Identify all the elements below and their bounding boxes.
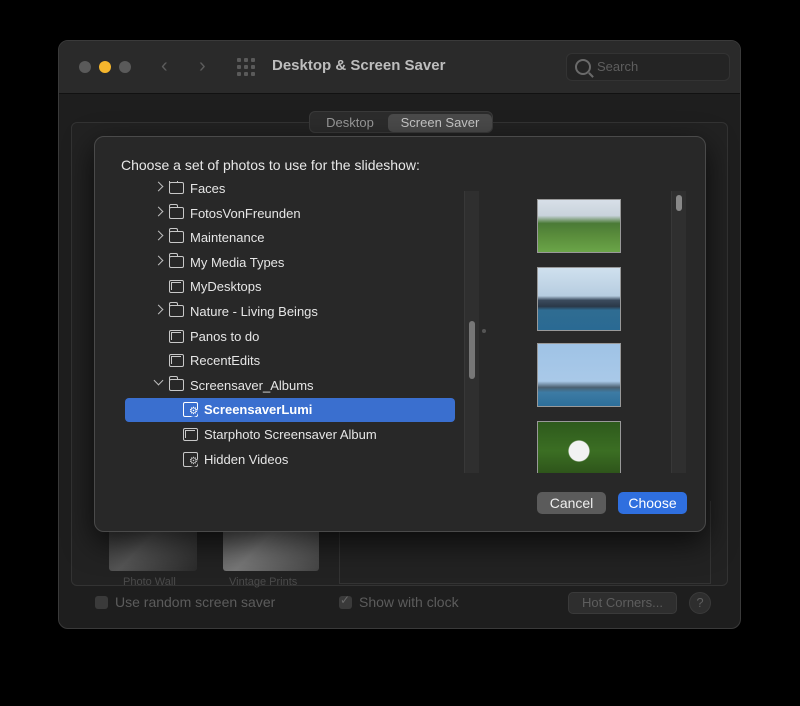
checkbox-icon (95, 596, 108, 609)
folder-icon (168, 252, 184, 268)
album-tree: Faces FotosVonFreunden Maintenance My Media… (125, 181, 455, 473)
show-with-clock-checkbox[interactable]: Show with clock (339, 593, 459, 610)
tree-row-label: RecentEdits (190, 353, 261, 369)
folder-icon (168, 228, 184, 244)
smart-album-icon (183, 402, 198, 418)
window-title: Desktop & Screen Saver (272, 57, 446, 74)
tree-row[interactable]: Faces (125, 181, 455, 201)
chevron-right-icon[interactable] (153, 206, 164, 217)
photo-wall-thumbnail[interactable] (109, 526, 197, 571)
album-icon (169, 329, 184, 343)
forward-icon[interactable]: › (199, 55, 206, 78)
folder-icon (168, 203, 184, 219)
tree-row-label: FotosVonFreunden (190, 205, 301, 221)
tree-row-label: ScreensaverLumi (204, 402, 313, 418)
tree-row[interactable]: RecentEdits (125, 349, 455, 373)
vintage-prints-thumbnail[interactable] (223, 526, 319, 571)
tree-row[interactable]: Panos to do (125, 325, 455, 349)
checkmark-icon (339, 593, 352, 609)
tree-row-label: Panos to do (190, 328, 260, 344)
tree-row[interactable]: My Media Types (125, 251, 455, 275)
search-input[interactable] (597, 59, 717, 74)
tab-control: Desktop Screen Saver (309, 111, 493, 133)
split-view-handle[interactable] (482, 329, 486, 333)
random-screen-saver-label: Use random screen saver (115, 594, 276, 610)
smart-album-icon (183, 451, 198, 467)
tree-row-label: MyDesktops (190, 279, 262, 295)
album-icon (169, 354, 184, 368)
tree-row-label: Screensaver_Albums (190, 377, 314, 393)
tree-row[interactable]: Screensaver_Albums (125, 374, 455, 398)
search-icon (575, 59, 591, 75)
folder-icon (168, 181, 184, 194)
photo-wall-label: Photo Wall (123, 576, 176, 588)
vintage-prints-label: Vintage Prints (229, 576, 298, 588)
help-button[interactable]: ? (689, 592, 711, 614)
chevron-right-icon[interactable] (153, 304, 164, 315)
minimize-window-button[interactable] (99, 61, 111, 73)
tree-row-label: My Media Types (190, 254, 285, 270)
random-screen-saver-checkbox[interactable]: Use random screen saver (95, 594, 275, 610)
search-field[interactable] (566, 53, 730, 81)
folder-icon (168, 302, 184, 317)
preview-photo (537, 343, 621, 407)
show-with-clock-label: Show with clock (359, 594, 459, 610)
show-all-grid-icon[interactable] (237, 58, 257, 76)
chevron-right-icon[interactable] (153, 230, 164, 241)
tree-row-label: Maintenance (190, 230, 265, 246)
album-list-scrollbar[interactable] (464, 191, 479, 473)
chevron-right-icon[interactable] (153, 181, 164, 192)
tree-row[interactable]: Starphoto Screensaver Album (125, 423, 455, 447)
tab-screen-saver[interactable]: Screen Saver (388, 114, 492, 132)
hot-corners-button[interactable]: Hot Corners... (568, 592, 677, 614)
zoom-window-button[interactable] (119, 61, 131, 73)
preview-scrollbar[interactable] (671, 191, 686, 473)
tree-row[interactable]: ScreensaverLumi (125, 398, 455, 423)
tab-desktop[interactable]: Desktop (312, 114, 388, 132)
preview-photo (537, 199, 621, 253)
chevron-down-icon[interactable] (153, 375, 164, 386)
folder-icon (168, 375, 184, 391)
preview-photo (537, 267, 621, 331)
scrollbar-thumb[interactable] (676, 195, 682, 211)
chevron-right-icon[interactable] (153, 255, 164, 266)
tree-row[interactable]: Hidden Videos (125, 448, 455, 472)
album-icon (183, 428, 198, 441)
photo-source-sheet: Choose a set of photos to use for the sl… (94, 136, 706, 532)
tree-row-label: Hidden Videos (204, 451, 289, 467)
tree-row[interactable]: Maintenance (125, 226, 455, 250)
preview-photo (537, 421, 621, 473)
tree-row-label: Nature - Living Beings (190, 304, 318, 319)
album-icon (169, 280, 184, 294)
tree-row[interactable]: MyDesktops (125, 275, 455, 299)
cancel-button[interactable]: Cancel (537, 492, 606, 514)
photo-preview-pane (495, 191, 685, 473)
tree-row[interactable]: FotosVonFreunden (125, 202, 455, 226)
tree-row-label: Starphoto Screensaver Album (204, 427, 377, 442)
choose-button[interactable]: Choose (618, 492, 687, 514)
back-icon[interactable]: ‹ (161, 55, 168, 78)
sheet-prompt: Choose a set of photos to use for the sl… (121, 157, 420, 173)
tree-row-label: Faces (190, 181, 226, 196)
title-bar: ‹ › Desktop & Screen Saver (59, 41, 740, 94)
tree-row[interactable]: Nature - Living Beings (125, 300, 455, 324)
scrollbar-thumb[interactable] (469, 321, 475, 379)
close-window-button[interactable] (79, 61, 91, 73)
